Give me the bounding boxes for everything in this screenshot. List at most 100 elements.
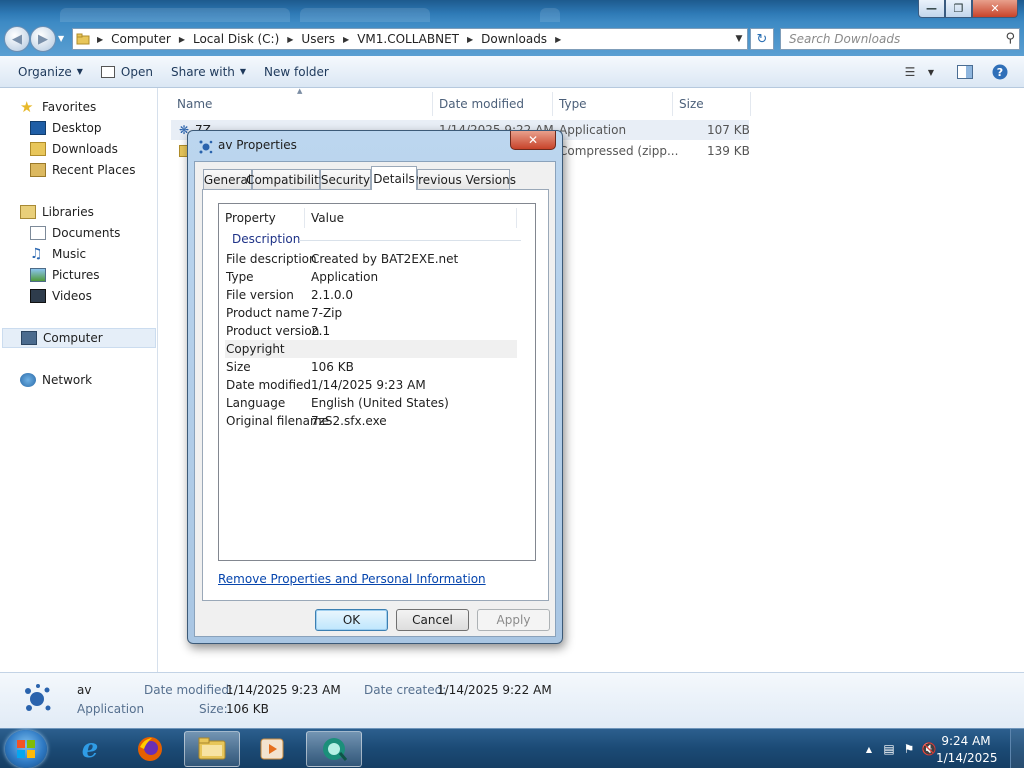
forward-button[interactable]: ▶ bbox=[30, 26, 56, 52]
column-header-size[interactable]: Size bbox=[673, 92, 751, 116]
nav-desktop-label: Desktop bbox=[52, 121, 102, 135]
show-desktop-button[interactable] bbox=[1010, 729, 1024, 768]
nav-documents[interactable]: Documents bbox=[30, 223, 120, 243]
nav-downloads[interactable]: Downloads bbox=[30, 139, 118, 159]
property-row[interactable]: Language English (United States) bbox=[225, 394, 517, 412]
recent-pages-dropdown[interactable]: ▼ bbox=[58, 34, 64, 43]
nav-favorites[interactable]: ★ Favorites bbox=[20, 97, 96, 117]
search-input[interactable]: Search Downloads ⚲ bbox=[780, 28, 1020, 50]
tab-compatibility[interactable]: Compatibility bbox=[246, 169, 326, 189]
breadcrumb-local-disk[interactable]: Local Disk (C:) bbox=[189, 32, 283, 46]
nav-network[interactable]: Network bbox=[20, 370, 92, 390]
ie-icon: e bbox=[81, 734, 99, 764]
property-row[interactable]: File description Created by BAT2EXE.net bbox=[225, 250, 517, 268]
breadcrumb-arrow-icon[interactable]: ▶ bbox=[93, 35, 107, 44]
column-header-type[interactable]: Type bbox=[553, 92, 673, 116]
chevron-down-icon: ▼ bbox=[927, 67, 935, 77]
nav-videos[interactable]: Videos bbox=[30, 286, 92, 306]
preview-pane-icon bbox=[957, 65, 973, 79]
property-row[interactable]: Product version 2.1 bbox=[225, 322, 517, 340]
open-button[interactable]: Open bbox=[92, 56, 162, 87]
clock-time[interactable]: 9:24 AM bbox=[936, 734, 996, 748]
search-icon[interactable]: ⚲ bbox=[1005, 31, 1015, 46]
maximize-button[interactable]: ❐ bbox=[945, 0, 972, 18]
remove-properties-link[interactable]: Remove Properties and Personal Informati… bbox=[218, 572, 486, 586]
taskbar-internet-explorer[interactable]: e bbox=[62, 731, 118, 767]
taskbar-remote-app[interactable] bbox=[306, 731, 362, 767]
pictures-icon bbox=[30, 268, 46, 282]
cancel-button[interactable]: Cancel bbox=[396, 609, 469, 631]
property-row[interactable]: Original filename 7zS2.sfx.exe bbox=[225, 412, 517, 430]
property-value: 7-Zip bbox=[311, 306, 343, 320]
network-tray-icon[interactable]: ▤ bbox=[882, 742, 896, 756]
breadcrumb-arrow-icon[interactable]: ▶ bbox=[283, 35, 297, 44]
windows-logo-icon bbox=[17, 740, 35, 758]
refresh-button[interactable]: ↻ bbox=[750, 28, 774, 50]
background-window-tab bbox=[300, 8, 430, 22]
minimize-button[interactable]: — bbox=[918, 0, 945, 18]
tab-general[interactable]: General bbox=[203, 169, 252, 189]
organize-button[interactable]: Organize ▼ bbox=[0, 56, 92, 87]
change-view-button[interactable]: ☰ bbox=[900, 62, 920, 82]
preview-pane-button[interactable] bbox=[956, 62, 974, 82]
address-dropdown-button[interactable]: ▼ bbox=[731, 29, 747, 49]
volume-muted-icon[interactable]: 🔇 bbox=[922, 742, 937, 756]
nav-documents-label: Documents bbox=[52, 226, 121, 240]
property-row[interactable]: Size 106 KB bbox=[225, 358, 517, 376]
clock-date[interactable]: 1/14/2025 bbox=[936, 751, 998, 765]
taskbar-firefox[interactable] bbox=[122, 731, 178, 767]
tab-previous-versions[interactable]: Previous Versions bbox=[411, 169, 516, 189]
breadcrumb-user-folder[interactable]: VM1.COLLABNET bbox=[353, 32, 463, 46]
taskbar-windows-explorer[interactable] bbox=[184, 731, 240, 767]
column-header-name[interactable]: Name bbox=[171, 92, 433, 116]
nav-computer[interactable]: Computer bbox=[2, 328, 156, 348]
nav-libraries[interactable]: Libraries bbox=[20, 202, 94, 222]
tab-details[interactable]: Details bbox=[371, 166, 417, 190]
computer-icon bbox=[21, 331, 37, 345]
nav-network-label: Network bbox=[42, 373, 93, 387]
property-key: File version bbox=[226, 288, 294, 302]
taskbar: e ▲ ▤ ⚑ 🔇 9:24 AM 1/14/2025 bbox=[0, 728, 1024, 768]
property-row-selected[interactable]: Copyright bbox=[225, 340, 517, 358]
new-folder-button[interactable]: New folder bbox=[255, 56, 338, 87]
address-bar[interactable]: ▶ Computer ▶ Local Disk (C:) ▶ Users ▶ V… bbox=[72, 28, 748, 50]
nav-music[interactable]: ♫ Music bbox=[30, 244, 86, 264]
share-with-label: Share with bbox=[170, 64, 235, 79]
breadcrumb-arrow-icon[interactable]: ▶ bbox=[175, 35, 189, 44]
view-options-dropdown[interactable]: ▼ bbox=[924, 62, 938, 82]
column-header-date-modified[interactable]: Date modified bbox=[433, 92, 553, 116]
ok-button[interactable]: OK bbox=[315, 609, 388, 631]
show-hidden-icons-button[interactable]: ▲ bbox=[862, 742, 876, 756]
nav-recent-places[interactable]: Recent Places bbox=[30, 160, 135, 180]
property-row[interactable]: Type Application bbox=[225, 268, 517, 286]
details-size: 106 KB bbox=[226, 702, 269, 716]
taskbar-media-player[interactable] bbox=[244, 731, 300, 767]
column-header-value[interactable]: Value bbox=[305, 208, 517, 228]
breadcrumb-users[interactable]: Users bbox=[297, 32, 339, 46]
action-center-flag-icon[interactable]: ⚑ bbox=[902, 742, 916, 756]
property-list[interactable]: Property Value Description File descript… bbox=[218, 203, 536, 561]
apply-button[interactable]: Apply bbox=[477, 609, 550, 631]
help-button[interactable]: ? bbox=[991, 62, 1009, 82]
tab-security[interactable]: Security bbox=[320, 169, 371, 189]
dialog-close-button[interactable]: ✕ bbox=[510, 131, 556, 150]
nav-desktop[interactable]: Desktop bbox=[30, 118, 102, 138]
property-value: 2.1 bbox=[311, 324, 331, 338]
start-button[interactable] bbox=[5, 730, 47, 768]
property-key: Type bbox=[226, 270, 254, 284]
property-row[interactable]: File version 2.1.0.0 bbox=[225, 286, 517, 304]
close-window-button[interactable]: ✕ bbox=[972, 0, 1018, 18]
breadcrumb-downloads[interactable]: Downloads bbox=[477, 32, 551, 46]
breadcrumb-computer[interactable]: Computer bbox=[107, 32, 175, 46]
property-row[interactable]: Date modified 1/14/2025 9:23 AM bbox=[225, 376, 517, 394]
breadcrumb-arrow-icon[interactable]: ▶ bbox=[339, 35, 353, 44]
back-button[interactable]: ◀ bbox=[4, 26, 30, 52]
nav-pictures[interactable]: Pictures bbox=[30, 265, 100, 285]
desktop-icon bbox=[30, 121, 46, 135]
property-row[interactable]: Product name 7-Zip bbox=[225, 304, 517, 322]
nav-favorites-label: Favorites bbox=[42, 100, 97, 114]
share-with-button[interactable]: Share with ▼ bbox=[162, 56, 255, 87]
breadcrumb-arrow-icon[interactable]: ▶ bbox=[551, 35, 565, 44]
column-header-property[interactable]: Property bbox=[219, 208, 305, 228]
breadcrumb-arrow-icon[interactable]: ▶ bbox=[463, 35, 477, 44]
